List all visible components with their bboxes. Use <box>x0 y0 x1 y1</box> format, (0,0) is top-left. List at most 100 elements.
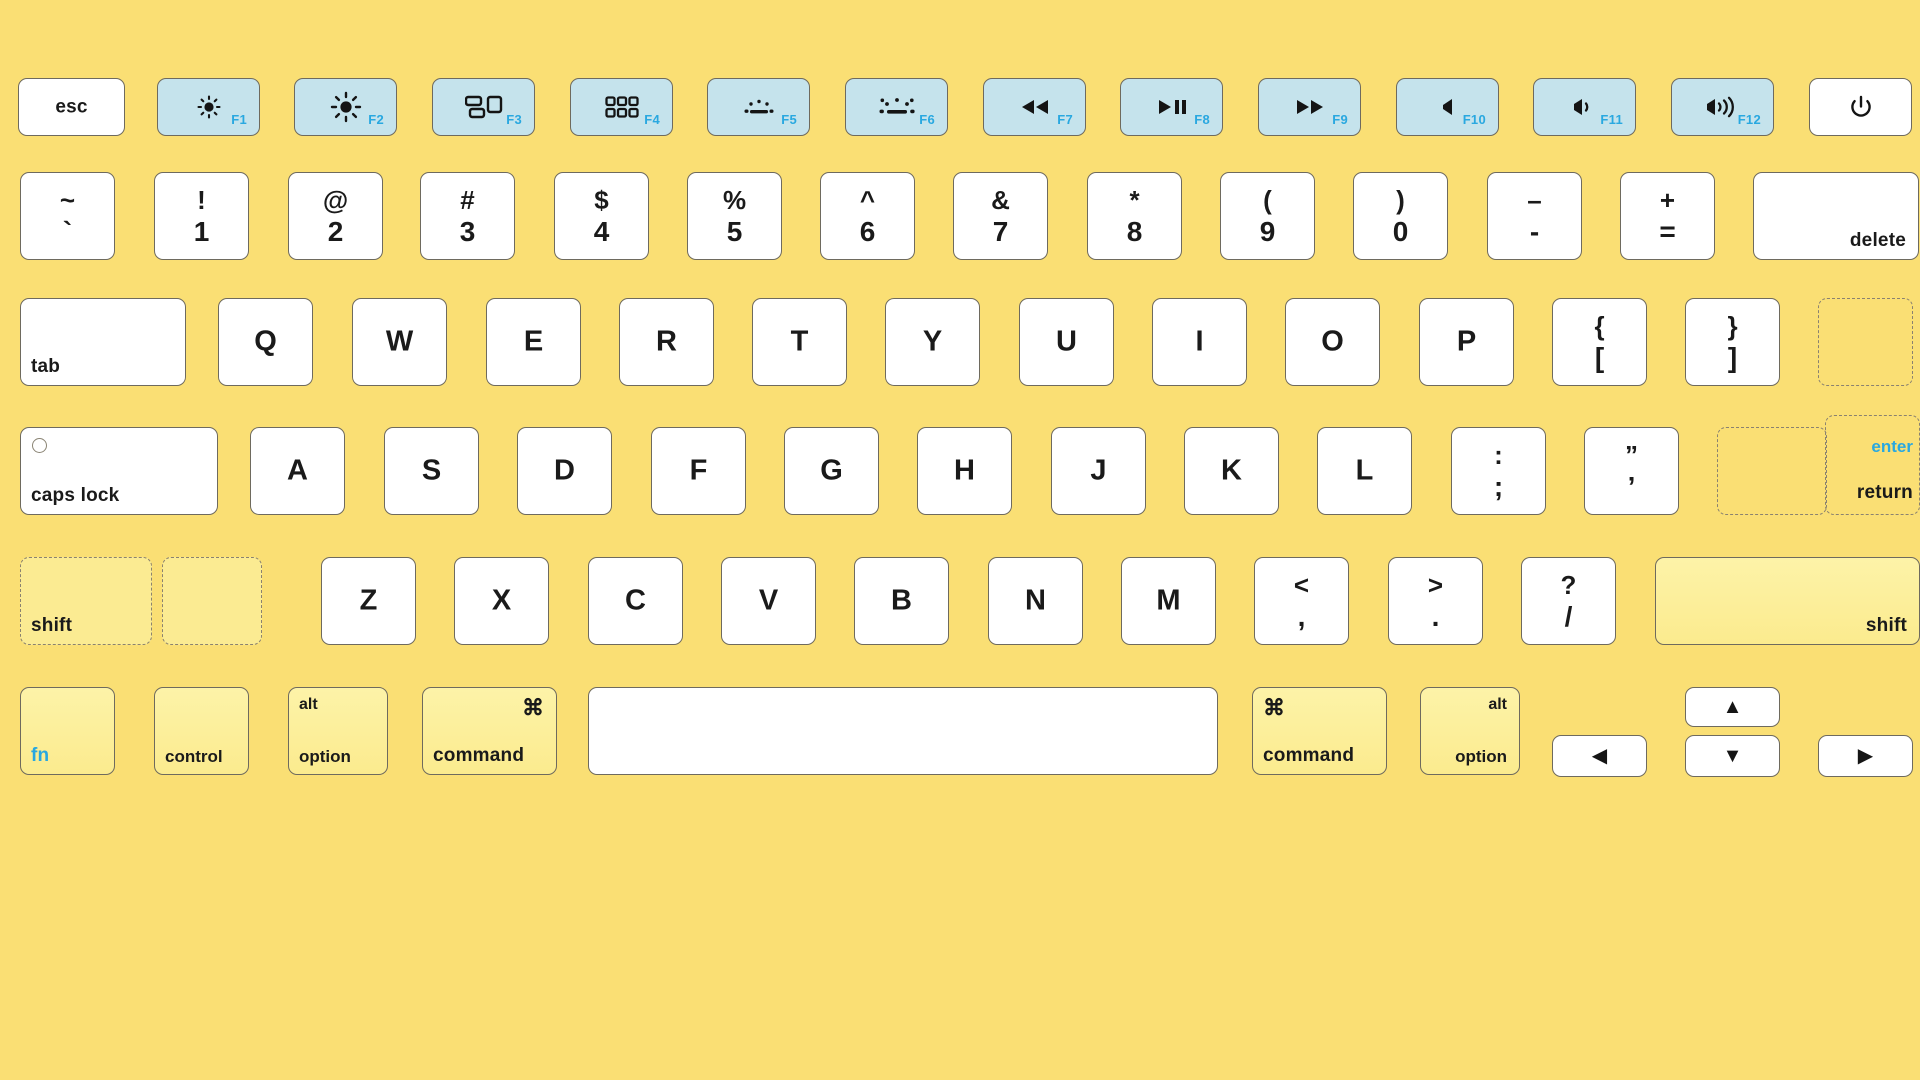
key-q[interactable]: Q <box>218 298 313 386</box>
key-power[interactable] <box>1809 78 1912 136</box>
key-f[interactable]: F <box>651 427 746 515</box>
key-v[interactable]: V <box>721 557 816 645</box>
key-5[interactable]: % 5 <box>687 172 782 260</box>
key-o[interactable]: O <box>1285 298 1380 386</box>
key-tilde[interactable]: ~ ` <box>20 172 115 260</box>
key-option-right[interactable]: alt option <box>1420 687 1520 775</box>
key-equal-upper: + <box>1659 184 1676 215</box>
key-a[interactable]: A <box>250 427 345 515</box>
key-s[interactable]: S <box>384 427 479 515</box>
key-shift-left[interactable]: shift <box>20 557 152 645</box>
key-f9[interactable]: F9 <box>1258 78 1361 136</box>
key-fn-label: fn <box>31 745 50 766</box>
key-9[interactable]: ( 9 <box>1220 172 1315 260</box>
command-symbol-right-icon: ⌘ <box>1263 695 1285 720</box>
key-slash[interactable]: ? / <box>1521 557 1616 645</box>
key-tilde-lower: ` <box>62 216 73 248</box>
key-1[interactable]: ! 1 <box>154 172 249 260</box>
key-bracket-right[interactable]: } ] <box>1685 298 1780 386</box>
keyboard-layout: esc F1 F2 F3 F4 F5 F6 F7 F8 F9 F10 F11 F… <box>0 0 1920 1080</box>
key-j[interactable]: J <box>1051 427 1146 515</box>
key-f3[interactable]: F3 <box>432 78 535 136</box>
key-arrow-right[interactable]: ▶ <box>1818 735 1913 777</box>
key-3[interactable]: # 3 <box>420 172 515 260</box>
key-6[interactable]: ^ 6 <box>820 172 915 260</box>
key-arrow-left[interactable]: ◀ <box>1552 735 1647 777</box>
key-semicolon[interactable]: : ; <box>1451 427 1546 515</box>
key-e[interactable]: E <box>486 298 581 386</box>
key-l[interactable]: L <box>1317 427 1412 515</box>
key-f12[interactable]: F12 <box>1671 78 1774 136</box>
key-c-label: C <box>625 584 646 617</box>
key-period[interactable]: > . <box>1388 557 1483 645</box>
key-0-upper: ) <box>1396 184 1405 215</box>
power-icon <box>1848 94 1874 120</box>
key-minus[interactable]: – - <box>1487 172 1582 260</box>
key-f8[interactable]: F8 <box>1120 78 1223 136</box>
key-return-placeholder-left[interactable] <box>1717 427 1827 515</box>
key-f10-fn-label: F10 <box>1462 112 1486 127</box>
arrow-left-icon: ◀ <box>1591 745 1608 767</box>
key-7-lower: 7 <box>992 216 1009 248</box>
key-y[interactable]: Y <box>885 298 980 386</box>
key-7[interactable]: & 7 <box>953 172 1048 260</box>
key-return-placeholder-right[interactable]: enter return <box>1825 415 1920 515</box>
key-b[interactable]: B <box>854 557 949 645</box>
key-0[interactable]: ) 0 <box>1353 172 1448 260</box>
key-r[interactable]: R <box>619 298 714 386</box>
key-h[interactable]: H <box>917 427 1012 515</box>
key-f2[interactable]: F2 <box>294 78 397 136</box>
key-f4[interactable]: F4 <box>570 78 673 136</box>
key-l-label: L <box>1355 454 1374 487</box>
key-arrow-up[interactable]: ▲ <box>1685 687 1780 727</box>
key-caps-lock[interactable]: caps lock <box>20 427 218 515</box>
key-esc[interactable]: esc <box>18 78 125 136</box>
key-f11[interactable]: F11 <box>1533 78 1636 136</box>
key-shift-left-placeholder[interactable] <box>162 557 262 645</box>
key-control[interactable]: control <box>154 687 249 775</box>
key-m[interactable]: M <box>1121 557 1216 645</box>
key-shift-right-label: shift <box>1865 615 1907 636</box>
key-i[interactable]: I <box>1152 298 1247 386</box>
key-equal[interactable]: + = <box>1620 172 1715 260</box>
key-y-label: Y <box>922 325 943 358</box>
key-2[interactable]: @ 2 <box>288 172 383 260</box>
key-f6[interactable]: F6 <box>845 78 948 136</box>
key-bracket-left[interactable]: { [ <box>1552 298 1647 386</box>
key-5-upper: % <box>722 184 747 215</box>
key-option-left[interactable]: alt option <box>288 687 388 775</box>
key-g[interactable]: G <box>784 427 879 515</box>
key-f10[interactable]: F10 <box>1396 78 1499 136</box>
key-f5[interactable]: F5 <box>707 78 810 136</box>
key-f2-fn-label: F2 <box>368 112 384 127</box>
key-fn[interactable]: fn <box>20 687 115 775</box>
key-p[interactable]: P <box>1419 298 1514 386</box>
key-4[interactable]: $ 4 <box>554 172 649 260</box>
volume-up-icon <box>1704 96 1742 118</box>
key-t[interactable]: T <box>752 298 847 386</box>
key-quote[interactable]: ” ’ <box>1584 427 1679 515</box>
key-arrow-down[interactable]: ▼ <box>1685 735 1780 777</box>
key-d[interactable]: D <box>517 427 612 515</box>
key-comma[interactable]: < , <box>1254 557 1349 645</box>
key-quote-upper: ” <box>1625 439 1638 470</box>
key-command-right-label: command <box>1263 745 1355 766</box>
key-shift-right[interactable]: shift <box>1655 557 1920 645</box>
key-k[interactable]: K <box>1184 427 1279 515</box>
key-z[interactable]: Z <box>321 557 416 645</box>
key-space[interactable] <box>588 687 1218 775</box>
key-w[interactable]: W <box>352 298 447 386</box>
key-c[interactable]: C <box>588 557 683 645</box>
key-8[interactable]: * 8 <box>1087 172 1182 260</box>
key-f1[interactable]: F1 <box>157 78 260 136</box>
key-x[interactable]: X <box>454 557 549 645</box>
key-f7[interactable]: F7 <box>983 78 1086 136</box>
key-n[interactable]: N <box>988 557 1083 645</box>
key-command-left[interactable]: ⌘ command <box>422 687 557 775</box>
key-u[interactable]: U <box>1019 298 1114 386</box>
key-tab[interactable]: tab <box>20 298 186 386</box>
key-command-right[interactable]: ⌘ command <box>1252 687 1387 775</box>
key-backslash-placeholder[interactable] <box>1818 298 1913 386</box>
key-delete[interactable]: delete <box>1753 172 1919 260</box>
key-comma-upper: < <box>1293 569 1310 600</box>
